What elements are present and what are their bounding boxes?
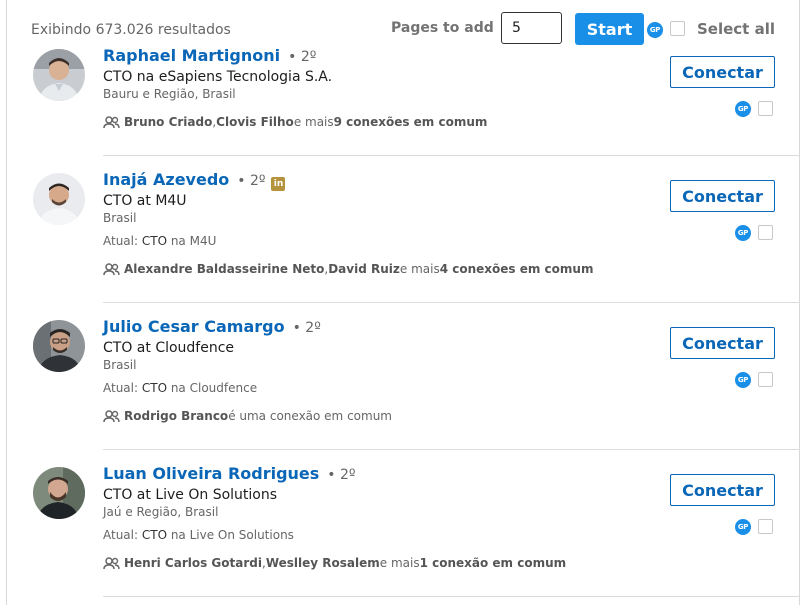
connection-degree: • 2º xyxy=(288,49,317,65)
avatar[interactable] xyxy=(33,320,85,372)
people-icon xyxy=(103,409,120,422)
shared-name[interactable]: Clovis Filho xyxy=(216,115,294,129)
shared-single-text: é uma conexão em comum xyxy=(228,409,392,423)
divider xyxy=(103,155,800,156)
current-prefix: Atual: xyxy=(103,381,142,395)
shared-name[interactable]: David Ruiz xyxy=(328,262,400,276)
select-all-label[interactable]: Select all xyxy=(697,20,775,38)
shared-name[interactable]: Alexandre Baldasseirine Neto xyxy=(124,262,324,276)
pages-to-add-label: Pages to add xyxy=(391,20,494,36)
shared-name[interactable]: Weslley Rosalem xyxy=(266,556,380,570)
gp-icon[interactable]: GP xyxy=(735,101,751,117)
shared-connections[interactable]: Alexandre Baldasseirine Neto, David Ruiz… xyxy=(103,262,593,276)
name-row: Inajá Azevedo • 2º in xyxy=(103,170,286,191)
headline: CTO na eSapiens Tecnologia S.A. xyxy=(103,69,333,85)
shared-name[interactable]: Rodrigo Branco xyxy=(124,409,228,423)
select-checkbox[interactable] xyxy=(758,225,773,240)
divider xyxy=(103,449,800,450)
headline: CTO at M4U xyxy=(103,193,187,209)
select-all-checkbox[interactable] xyxy=(670,21,685,36)
people-icon xyxy=(103,556,120,569)
name-row: Raphael Martignoni • 2º xyxy=(103,46,316,65)
current-company: na Live On Solutions xyxy=(167,528,294,542)
connect-button[interactable]: Conectar xyxy=(670,474,775,506)
location: Brasil xyxy=(103,358,137,372)
toolbar: Exibindo 673.026 resultados Pages to add… xyxy=(7,0,800,46)
shared-count[interactable]: 1 conexão em comum xyxy=(420,556,567,570)
current-title: CTO xyxy=(141,528,168,542)
current-position: Atual: CTO na M4U xyxy=(103,234,216,248)
linkedin-icon: in xyxy=(271,177,286,191)
shared-count[interactable]: 4 conexões em comum xyxy=(440,262,594,276)
current-prefix: Atual: xyxy=(103,528,142,542)
connection-degree: • 2º xyxy=(237,173,266,189)
select-checkbox[interactable] xyxy=(758,101,773,116)
location: Bauru e Região, Brasil xyxy=(103,87,236,101)
shared-more-text: e mais xyxy=(399,262,440,276)
shared-connections[interactable]: Bruno Criado, Clovis Filho e mais 9 cone… xyxy=(103,115,487,129)
current-position: Atual: CTO na Live On Solutions xyxy=(103,528,294,542)
profile-name-link[interactable]: Luan Oliveira Rodrigues xyxy=(103,464,319,483)
start-button[interactable]: Start xyxy=(575,13,644,45)
shared-more-text: e mais xyxy=(293,115,334,129)
pages-to-add-input[interactable] xyxy=(501,12,562,44)
location: Jaú e Região, Brasil xyxy=(103,505,219,519)
name-row: Julio Cesar Camargo • 2º xyxy=(103,317,321,336)
connect-button[interactable]: Conectar xyxy=(670,327,775,359)
shared-name[interactable]: Bruno Criado xyxy=(124,115,212,129)
shared-connections[interactable]: Henri Carlos Gotardi, Weslley Rosalem e … xyxy=(103,556,566,570)
shared-more-text: e mais xyxy=(379,556,420,570)
current-title: CTO xyxy=(141,381,168,395)
current-prefix: Atual: xyxy=(103,234,142,248)
avatar[interactable] xyxy=(33,173,85,225)
current-company: na M4U xyxy=(167,234,217,248)
current-title: CTO xyxy=(141,234,168,248)
current-company: na Cloudfence xyxy=(167,381,258,395)
current-position: Atual: CTO na Cloudfence xyxy=(103,381,257,395)
people-icon xyxy=(103,115,120,128)
people-icon xyxy=(103,262,120,275)
name-row: Luan Oliveira Rodrigues • 2º xyxy=(103,464,356,483)
gp-icon[interactable]: GP xyxy=(647,22,663,38)
select-checkbox[interactable] xyxy=(758,372,773,387)
connection-degree: • 2º xyxy=(327,467,356,483)
gp-icon[interactable]: GP xyxy=(735,519,751,535)
headline: CTO at Live On Solutions xyxy=(103,487,278,503)
gp-icon[interactable]: GP xyxy=(735,225,751,241)
results-panel: Exibindo 673.026 resultados Pages to add… xyxy=(6,0,800,605)
avatar[interactable] xyxy=(33,49,85,101)
connect-button[interactable]: Conectar xyxy=(670,180,775,212)
divider xyxy=(103,596,800,597)
headline: CTO at Cloudfence xyxy=(103,340,235,356)
results-count: Exibindo 673.026 resultados xyxy=(31,22,231,38)
shared-name[interactable]: Henri Carlos Gotardi xyxy=(124,556,262,570)
avatar[interactable] xyxy=(33,467,85,519)
profile-name-link[interactable]: Julio Cesar Camargo xyxy=(103,317,285,336)
shared-connections[interactable]: Rodrigo Branco é uma conexão em comum xyxy=(103,409,392,423)
divider xyxy=(103,302,800,303)
profile-name-link[interactable]: Inajá Azevedo xyxy=(103,170,229,189)
shared-count[interactable]: 9 conexões em comum xyxy=(334,115,488,129)
connect-button[interactable]: Conectar xyxy=(670,56,775,88)
select-checkbox[interactable] xyxy=(758,519,773,534)
connection-degree: • 2º xyxy=(292,320,321,336)
gp-icon[interactable]: GP xyxy=(735,372,751,388)
profile-name-link[interactable]: Raphael Martignoni xyxy=(103,46,280,65)
location: Brasil xyxy=(103,211,137,225)
